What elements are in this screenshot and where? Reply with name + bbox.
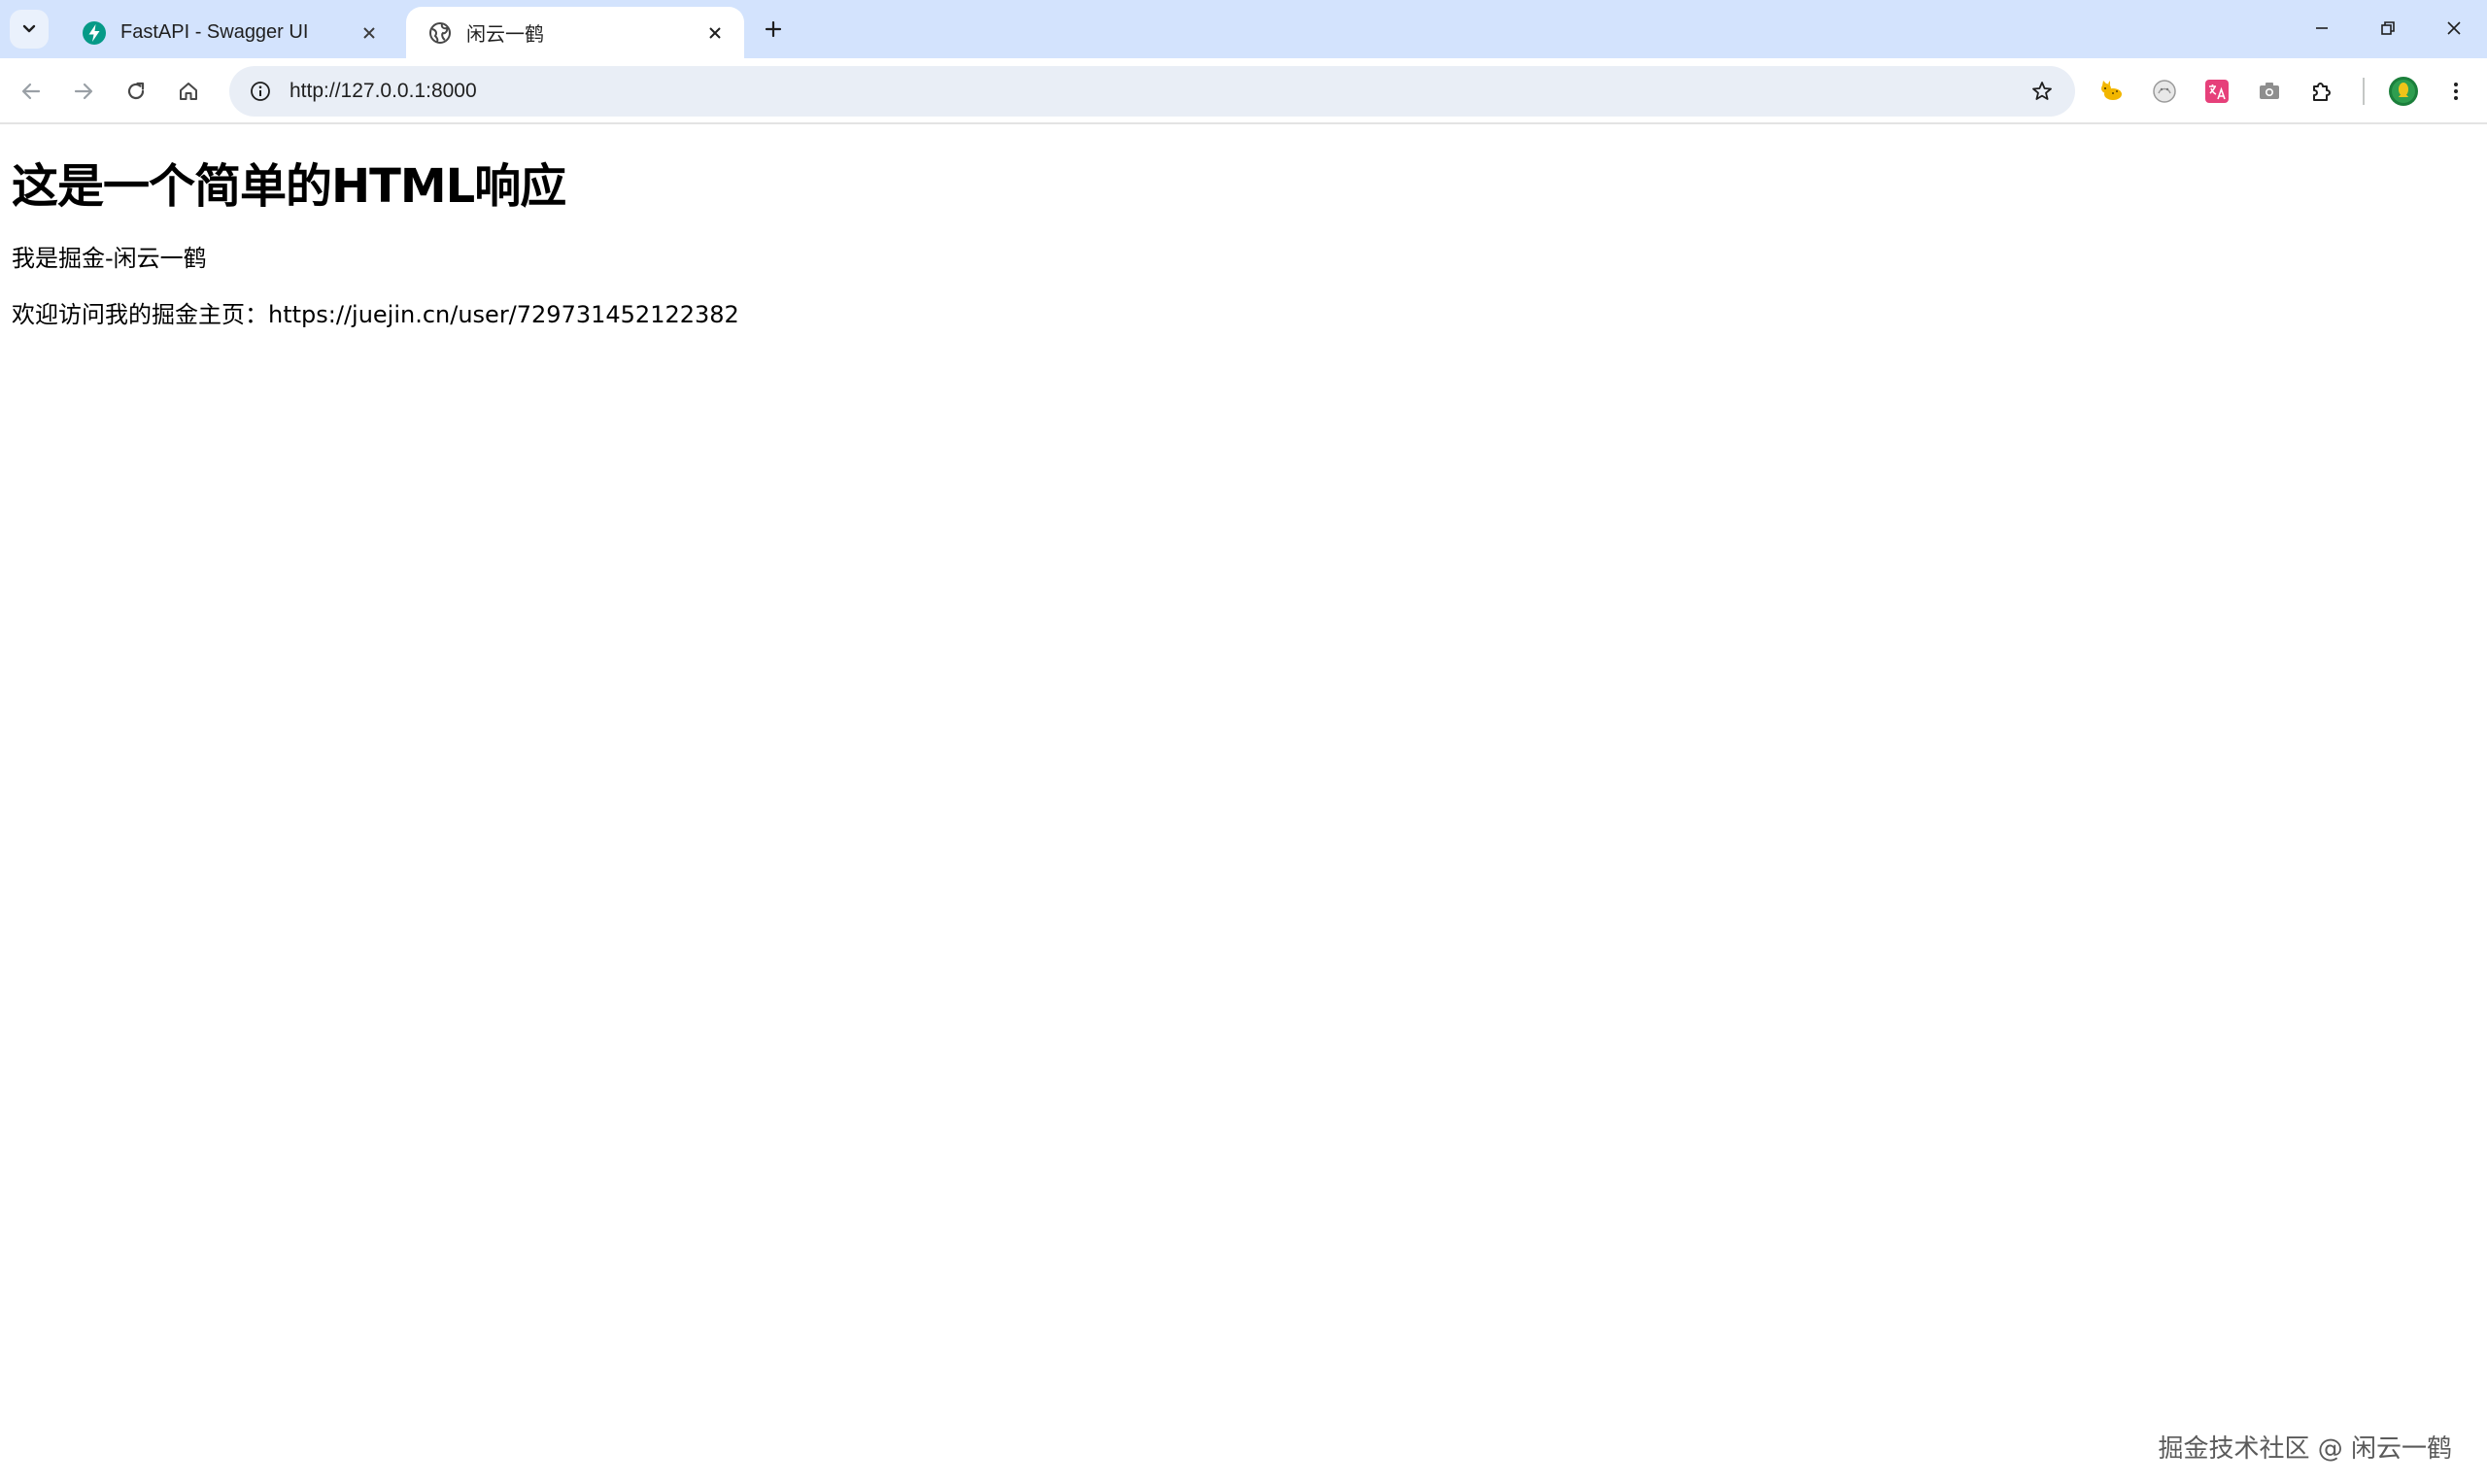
fastapi-icon: [82, 20, 107, 46]
address-bar[interactable]: http://127.0.0.1:8000: [229, 66, 2075, 117]
close-window-button[interactable]: [2421, 0, 2487, 56]
browser-window: FastAPI - Swagger UI 闲云一鹤 http://127.0.0…: [0, 0, 2487, 1484]
new-tab-button[interactable]: [756, 12, 791, 47]
translate-extension-icon[interactable]: [2197, 72, 2236, 111]
forward-button[interactable]: [62, 70, 105, 113]
close-icon: [2447, 21, 2461, 35]
tab-search-button[interactable]: [10, 10, 49, 49]
minimize-button[interactable]: [2289, 0, 2355, 56]
tab-strip: FastAPI - Swagger UI 闲云一鹤: [0, 0, 2487, 58]
cat-extension-icon[interactable]: [2093, 72, 2131, 111]
more-menu-icon[interactable]: [2436, 72, 2475, 111]
reload-icon: [127, 82, 145, 100]
arrow-right-icon: [74, 83, 93, 100]
tab-fastapi-swagger[interactable]: FastAPI - Swagger UI: [60, 7, 398, 58]
close-tab-icon[interactable]: [701, 19, 729, 47]
chevron-down-icon: [22, 24, 36, 33]
home-button[interactable]: [167, 70, 210, 113]
site-info-icon[interactable]: [237, 66, 284, 117]
minimize-icon: [2316, 27, 2328, 29]
restore-button[interactable]: [2355, 0, 2421, 56]
tab-title: 闲云一鹤: [466, 24, 544, 46]
bookmark-star-icon[interactable]: [2021, 70, 2063, 113]
puzzle-extensions-icon[interactable]: [2302, 72, 2341, 111]
page-heading: 这是一个简单的HTML响应: [12, 159, 566, 214]
toolbar-divider: [2363, 78, 2365, 105]
arrow-left-icon: [21, 83, 41, 100]
tab-title: FastAPI - Swagger UI: [120, 21, 309, 43]
globe-icon: [427, 20, 453, 46]
homepage-paragraph: 欢迎访问我的掘金主页：https://juejin.cn/user/729731…: [12, 301, 739, 328]
ghost-extension-icon[interactable]: [2145, 72, 2184, 111]
author-paragraph: 我是掘金-闲云一鹤: [12, 245, 207, 272]
profile-avatar-icon[interactable]: [2384, 72, 2423, 111]
close-tab-icon[interactable]: [356, 19, 383, 47]
url-text[interactable]: http://127.0.0.1:8000: [290, 80, 2021, 103]
camera-extension-icon[interactable]: [2250, 72, 2289, 111]
browser-toolbar: http://127.0.0.1:8000: [0, 58, 2487, 124]
tab-active-page[interactable]: 闲云一鹤: [406, 7, 744, 58]
reload-button[interactable]: [115, 70, 157, 113]
restore-icon: [2381, 21, 2395, 35]
page-content: 这是一个简单的HTML响应 我是掘金-闲云一鹤 欢迎访问我的掘金主页：https…: [0, 124, 2487, 1484]
plus-icon: [765, 20, 782, 38]
back-button[interactable]: [10, 70, 52, 113]
home-icon: [180, 83, 197, 100]
window-controls: [2289, 0, 2487, 58]
watermark-text: 掘金技术社区 @ 闲云一鹤: [2158, 1434, 2452, 1464]
